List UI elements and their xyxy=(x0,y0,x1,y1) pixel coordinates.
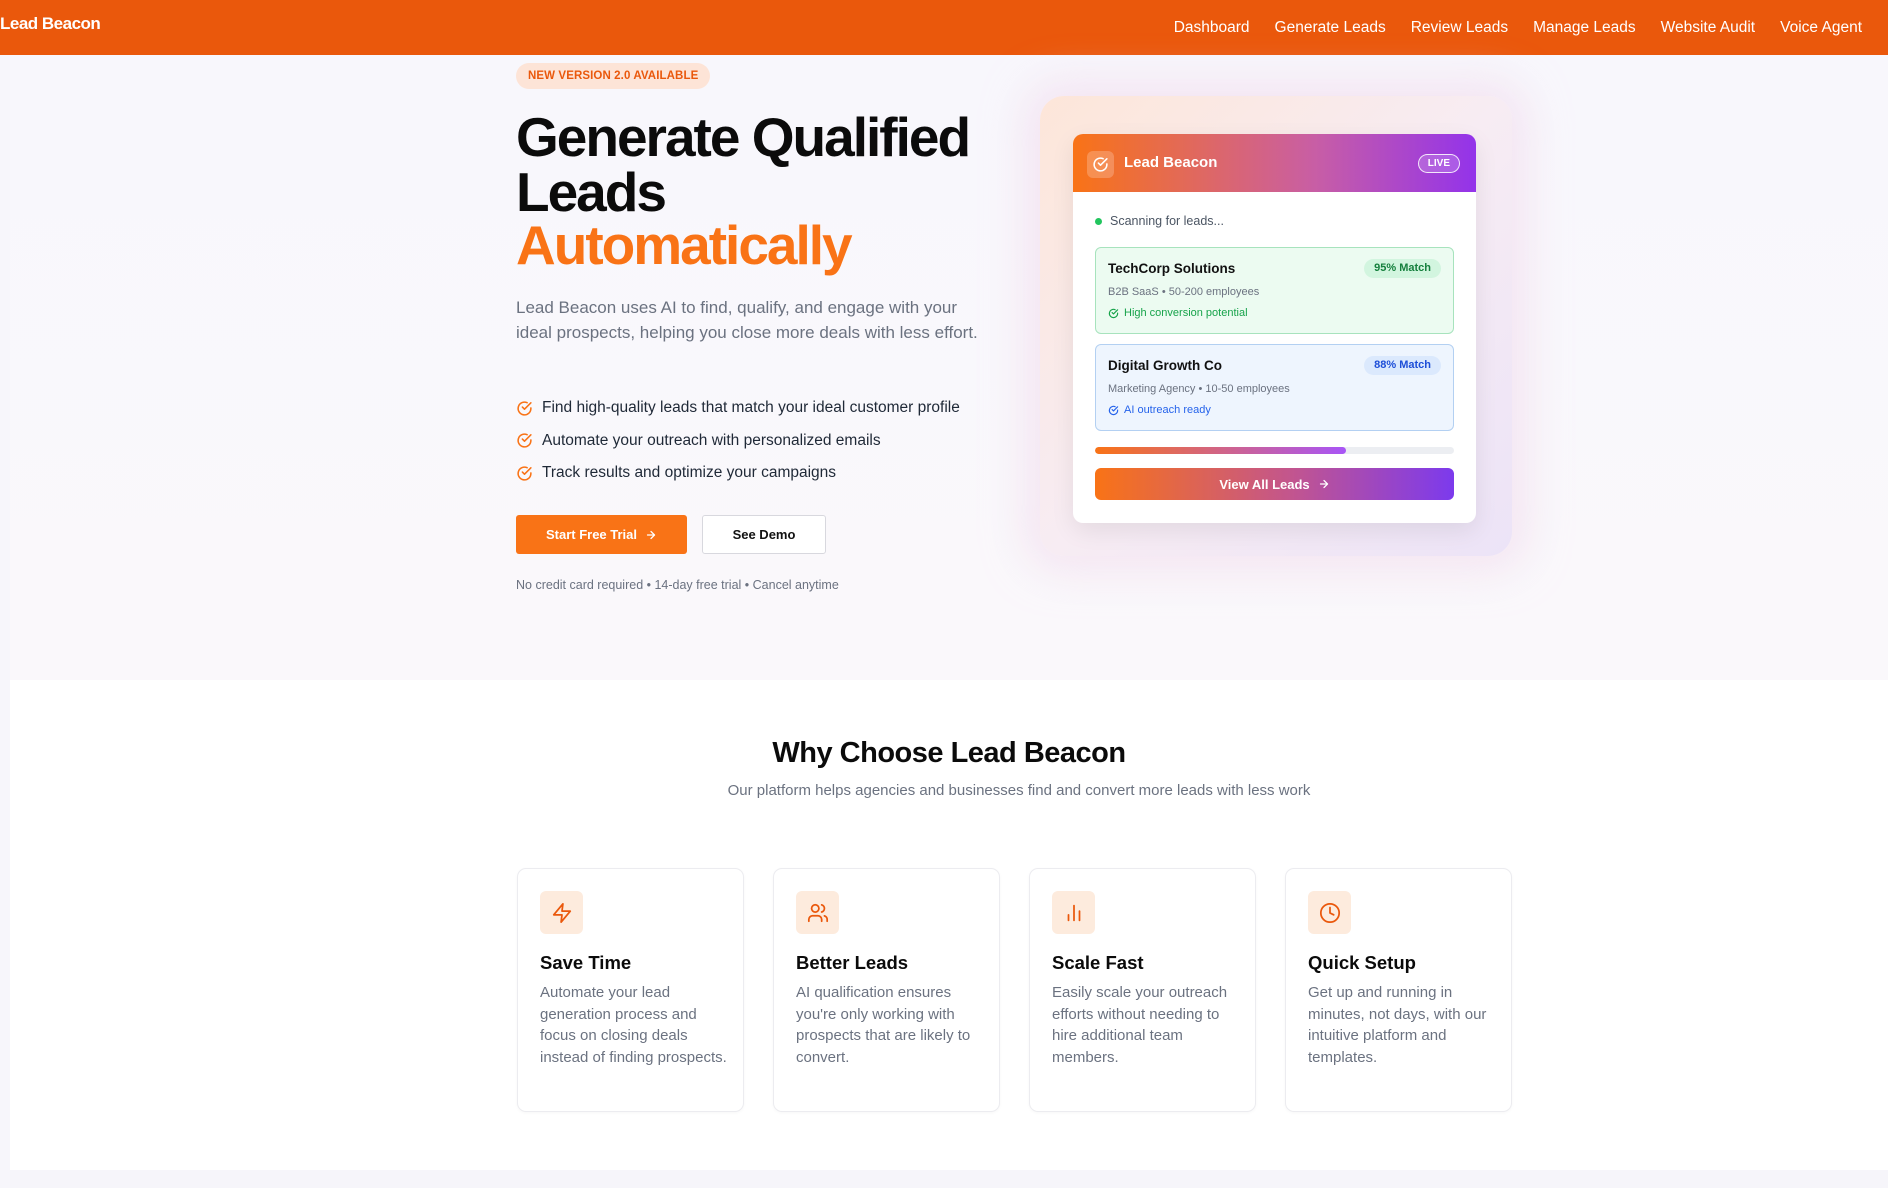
start-free-trial-button[interactable]: Start Free Trial xyxy=(516,515,687,554)
lead-name: Digital Growth Co xyxy=(1108,358,1222,373)
lead-preview-card: Lead Beacon LIVE Scanning for leads... T… xyxy=(1073,134,1476,523)
bar-chart-icon xyxy=(1052,891,1095,934)
feature-item: Find high-quality leads that match your … xyxy=(516,392,1036,425)
match-badge: 88% Match xyxy=(1364,356,1441,375)
hero-description: Lead Beacon uses AI to find, qualify, an… xyxy=(516,298,978,342)
nav-link-voice-agent[interactable]: Voice Agent xyxy=(1780,19,1862,37)
benefit-title: Scale Fast xyxy=(1052,952,1144,973)
benefit-title: Save Time xyxy=(540,952,632,973)
check-circle-icon xyxy=(1108,405,1119,415)
benefit-card-save-time: Save Time Automate your lead generation … xyxy=(517,868,744,1112)
feature-text: Find high-quality leads that match your … xyxy=(542,399,960,417)
check-circle-icon xyxy=(517,466,532,481)
section-subtitle: Our platform helps agencies and business… xyxy=(727,782,1311,799)
feature-text: Automate your outreach with personalized… xyxy=(542,431,881,449)
lead-tag: AI outreach ready xyxy=(1108,404,1211,416)
feature-item: Track results and optimize your campaign… xyxy=(516,457,1036,490)
view-all-leads-button[interactable]: View All Leads xyxy=(1095,468,1454,500)
version-badge: NEW VERSION 2.0 AVAILABLE xyxy=(516,63,711,89)
benefit-description: AI qualification ensures you're only wor… xyxy=(796,984,971,1066)
benefit-title: Better Leads xyxy=(796,952,909,973)
benefit-title: Quick Setup xyxy=(1308,952,1416,973)
status-dot xyxy=(1095,217,1102,225)
lead-tag-text: AI outreach ready xyxy=(1124,404,1211,416)
lead-tag: High conversion potential xyxy=(1108,307,1248,319)
lead-name: TechCorp Solutions xyxy=(1108,261,1236,276)
benefit-card-scale-fast: Scale Fast Easily scale your outreach ef… xyxy=(1029,868,1256,1112)
lead-meta: Marketing Agency • 10-50 employees xyxy=(1108,383,1290,395)
hero-title-line-1: Generate Qualified xyxy=(516,106,971,168)
trial-fineprint: No credit card required • 14-day free tr… xyxy=(516,578,839,592)
lead-meta: B2B SaaS • 50-200 employees xyxy=(1108,286,1260,298)
nav-link-dashboard[interactable]: Dashboard xyxy=(1174,19,1250,37)
feature-item: Automate your outreach with personalized… xyxy=(516,425,1036,458)
scanning-text: Scanning for leads... xyxy=(1110,214,1224,228)
benefit-description: Get up and running in minutes, not days,… xyxy=(1308,984,1487,1066)
clock-icon xyxy=(1308,891,1351,934)
scan-progress-fill xyxy=(1095,447,1347,454)
preview-card-title: Lead Beacon xyxy=(1124,154,1218,171)
benefit-description: Automate your lead generation process an… xyxy=(540,984,727,1066)
badge-check-icon xyxy=(1087,151,1114,178)
match-badge: 95% Match xyxy=(1364,259,1441,278)
benefit-card-better-leads: Better Leads AI qualification ensures yo… xyxy=(773,868,1000,1112)
check-circle-icon xyxy=(1108,308,1119,318)
see-demo-button[interactable]: See Demo xyxy=(702,515,826,554)
feature-list: Find high-quality leads that match your … xyxy=(516,392,1036,490)
start-free-trial-label: Start Free Trial xyxy=(545,527,638,542)
hero-title-highlight: Automatically xyxy=(516,214,853,276)
lead-tag-text: High conversion potential xyxy=(1124,307,1248,319)
arrow-right-icon xyxy=(1319,479,1328,489)
nav-links: Dashboard Generate Leads Review Leads Ma… xyxy=(1174,0,1862,55)
view-all-leads-label: View All Leads xyxy=(1219,476,1310,492)
lightning-icon xyxy=(540,891,583,934)
brand-logo[interactable]: Lead Beacon xyxy=(0,14,101,34)
lead-item[interactable]: TechCorp Solutions 95% Match B2B SaaS • … xyxy=(1095,247,1454,334)
why-choose-section: Why Choose Lead Beacon Our platform help… xyxy=(10,680,1888,1170)
check-circle-icon xyxy=(517,401,532,416)
top-nav: Lead Beacon Dashboard Generate Leads Rev… xyxy=(0,0,1888,55)
preview-card-header: Lead Beacon LIVE xyxy=(1073,134,1476,192)
scanning-status: Scanning for leads... xyxy=(1095,214,1224,228)
next-section-edge xyxy=(10,1170,1888,1188)
users-icon xyxy=(796,891,839,934)
nav-link-generate-leads[interactable]: Generate Leads xyxy=(1275,19,1386,37)
scan-progress-bar xyxy=(1095,447,1454,454)
arrow-right-icon xyxy=(646,530,656,539)
benefit-card-quick-setup: Quick Setup Get up and running in minute… xyxy=(1285,868,1512,1112)
feature-text: Track results and optimize your campaign… xyxy=(542,464,837,482)
live-badge: LIVE xyxy=(1417,154,1460,173)
lead-item[interactable]: Digital Growth Co 88% Match Marketing Ag… xyxy=(1095,344,1454,431)
nav-link-manage-leads[interactable]: Manage Leads xyxy=(1533,19,1636,37)
benefit-description: Easily scale your outreach efforts witho… xyxy=(1052,984,1228,1066)
nav-link-review-leads[interactable]: Review Leads xyxy=(1411,19,1508,37)
check-circle-icon xyxy=(517,433,532,448)
nav-link-website-audit[interactable]: Website Audit xyxy=(1661,19,1756,37)
section-title: Why Choose Lead Beacon xyxy=(772,737,1126,769)
hero-title-line-2: Leads xyxy=(516,161,667,223)
